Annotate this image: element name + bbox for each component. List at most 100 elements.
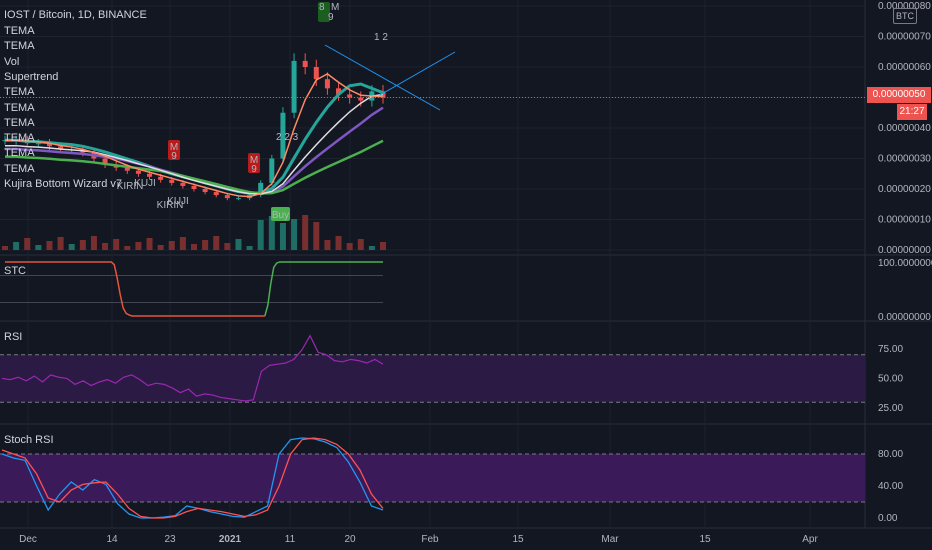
- symbol-header[interactable]: IOST / Bitcoin, 1D, BINANCE: [4, 8, 147, 22]
- volume-bar: [313, 222, 320, 250]
- legend-item[interactable]: TEMA: [4, 146, 35, 160]
- stoch-tick-label: 80.00: [878, 449, 903, 460]
- trendline: [379, 51, 456, 96]
- legend-item[interactable]: Vol: [4, 55, 19, 69]
- kuji-marker-label: KUJI: [167, 196, 189, 207]
- volume-bar: [68, 244, 75, 250]
- date-tick-label: 15: [512, 534, 524, 545]
- volume-bar: [268, 216, 275, 250]
- volume-bar: [202, 240, 209, 250]
- date-tick-label: 23: [164, 534, 176, 545]
- stc-line: [264, 261, 383, 317]
- date-tick-label: Feb: [421, 534, 439, 545]
- price-tick-label: 0.00000010: [878, 215, 931, 226]
- volume-bar: [246, 246, 253, 250]
- price-tick-label: 0.00000000: [878, 245, 931, 256]
- volume-bar: [346, 243, 353, 250]
- candle-body: [202, 189, 208, 193]
- volume-bar: [124, 246, 131, 250]
- volume-bar: [380, 242, 386, 250]
- volume-bar: [168, 241, 175, 250]
- chart-root: 0.000000800.000000700.000000600.00000050…: [0, 0, 932, 550]
- candle-body: [302, 60, 308, 67]
- m-count-label: 8: [319, 2, 325, 13]
- price-tick-label: 0.00000020: [878, 184, 931, 195]
- candle-body: [147, 173, 153, 177]
- date-tick-label: Apr: [802, 534, 818, 545]
- legend-item[interactable]: TEMA: [4, 24, 35, 38]
- candle-body: [180, 182, 186, 186]
- date-tick-label: Mar: [601, 534, 619, 545]
- volume-bar: [102, 243, 109, 250]
- volume-bar: [146, 238, 153, 250]
- stoch-band: [0, 454, 865, 502]
- volume-bar: [324, 240, 331, 250]
- m-nine-label: 9: [328, 12, 334, 23]
- stc-tick-label: 100.00000000: [878, 258, 932, 269]
- kuji-marker-label: KUJI: [134, 178, 156, 189]
- date-tick-label: 11: [285, 534, 296, 545]
- legend-item[interactable]: TEMA: [4, 116, 35, 130]
- legend-item[interactable]: Supertrend: [4, 70, 58, 84]
- date-tick-label: 2021: [219, 534, 242, 545]
- volume-bar: [279, 223, 286, 250]
- volume-bar: [191, 244, 197, 250]
- candle-body: [213, 192, 219, 196]
- volume-bar: [57, 237, 64, 250]
- legend-item[interactable]: TEMA: [4, 101, 35, 115]
- volume-bar: [135, 242, 142, 250]
- candle-body: [224, 195, 230, 199]
- legend-item[interactable]: TEMA: [4, 131, 35, 145]
- last-price-tag: 0.00000050: [867, 87, 931, 103]
- countdown-tag: 21:27: [897, 104, 927, 120]
- price-tick-label: 0.00000030: [878, 154, 931, 165]
- candle-body: [158, 176, 164, 180]
- currency-badge[interactable]: BTC: [893, 8, 917, 24]
- stoch-tick-label: 40.00: [878, 481, 903, 492]
- stc-pane-label[interactable]: STC: [4, 265, 26, 277]
- volume-bar: [213, 236, 220, 250]
- date-tick-label: 20: [344, 534, 356, 545]
- volume-bar: [291, 219, 298, 250]
- candle-body: [313, 67, 319, 80]
- date-tick-label: 15: [699, 534, 711, 545]
- candle-body: [324, 79, 330, 89]
- m-nine-label: 9: [251, 164, 257, 175]
- volume-bar: [235, 239, 242, 250]
- candle-body: [291, 60, 297, 113]
- buy-marker-label: Buy: [272, 210, 289, 221]
- candle-body: [35, 143, 41, 145]
- stc-line: [5, 261, 265, 317]
- legend-item[interactable]: Kujira Bottom Wizard v7: [4, 177, 122, 191]
- volume-bar: [357, 239, 364, 250]
- legend-item[interactable]: TEMA: [4, 39, 35, 53]
- volume-bar: [13, 242, 20, 250]
- volume-bar: [90, 236, 97, 250]
- legend-item[interactable]: TEMA: [4, 85, 35, 99]
- price-tick-label: 0.00000070: [878, 32, 931, 43]
- rsi-band: [0, 354, 865, 403]
- stoch-pane-label[interactable]: Stoch RSI: [4, 434, 54, 446]
- candle-body: [135, 170, 141, 174]
- price-tick-label: 0.00000060: [878, 62, 931, 73]
- volume-bar: [368, 246, 375, 250]
- rsi-tick-label: 25.00: [878, 403, 903, 414]
- volume-bar: [157, 245, 164, 250]
- rsi-tick-label: 75.00: [878, 344, 903, 355]
- date-tick-label: Dec: [19, 534, 37, 545]
- rsi-pane-label[interactable]: RSI: [4, 331, 22, 343]
- volume-bar: [24, 238, 31, 250]
- date-tick-label: 14: [106, 534, 118, 545]
- candle-body: [235, 198, 241, 200]
- rsi-tick-label: 50.00: [878, 373, 903, 384]
- legend-item[interactable]: TEMA: [4, 162, 35, 176]
- m-nine-label: 9: [171, 151, 177, 162]
- volume-bar: [46, 241, 53, 250]
- volume-bar: [224, 243, 231, 250]
- volume-bar: [79, 240, 86, 250]
- volume-bar: [2, 246, 8, 250]
- stoch-tick-label: 0.00: [878, 513, 898, 524]
- volume-bar: [113, 239, 120, 250]
- chart-canvas[interactable]: 0.000000800.000000700.000000600.00000050…: [0, 0, 932, 550]
- td-count-label: 1 2: [374, 32, 388, 43]
